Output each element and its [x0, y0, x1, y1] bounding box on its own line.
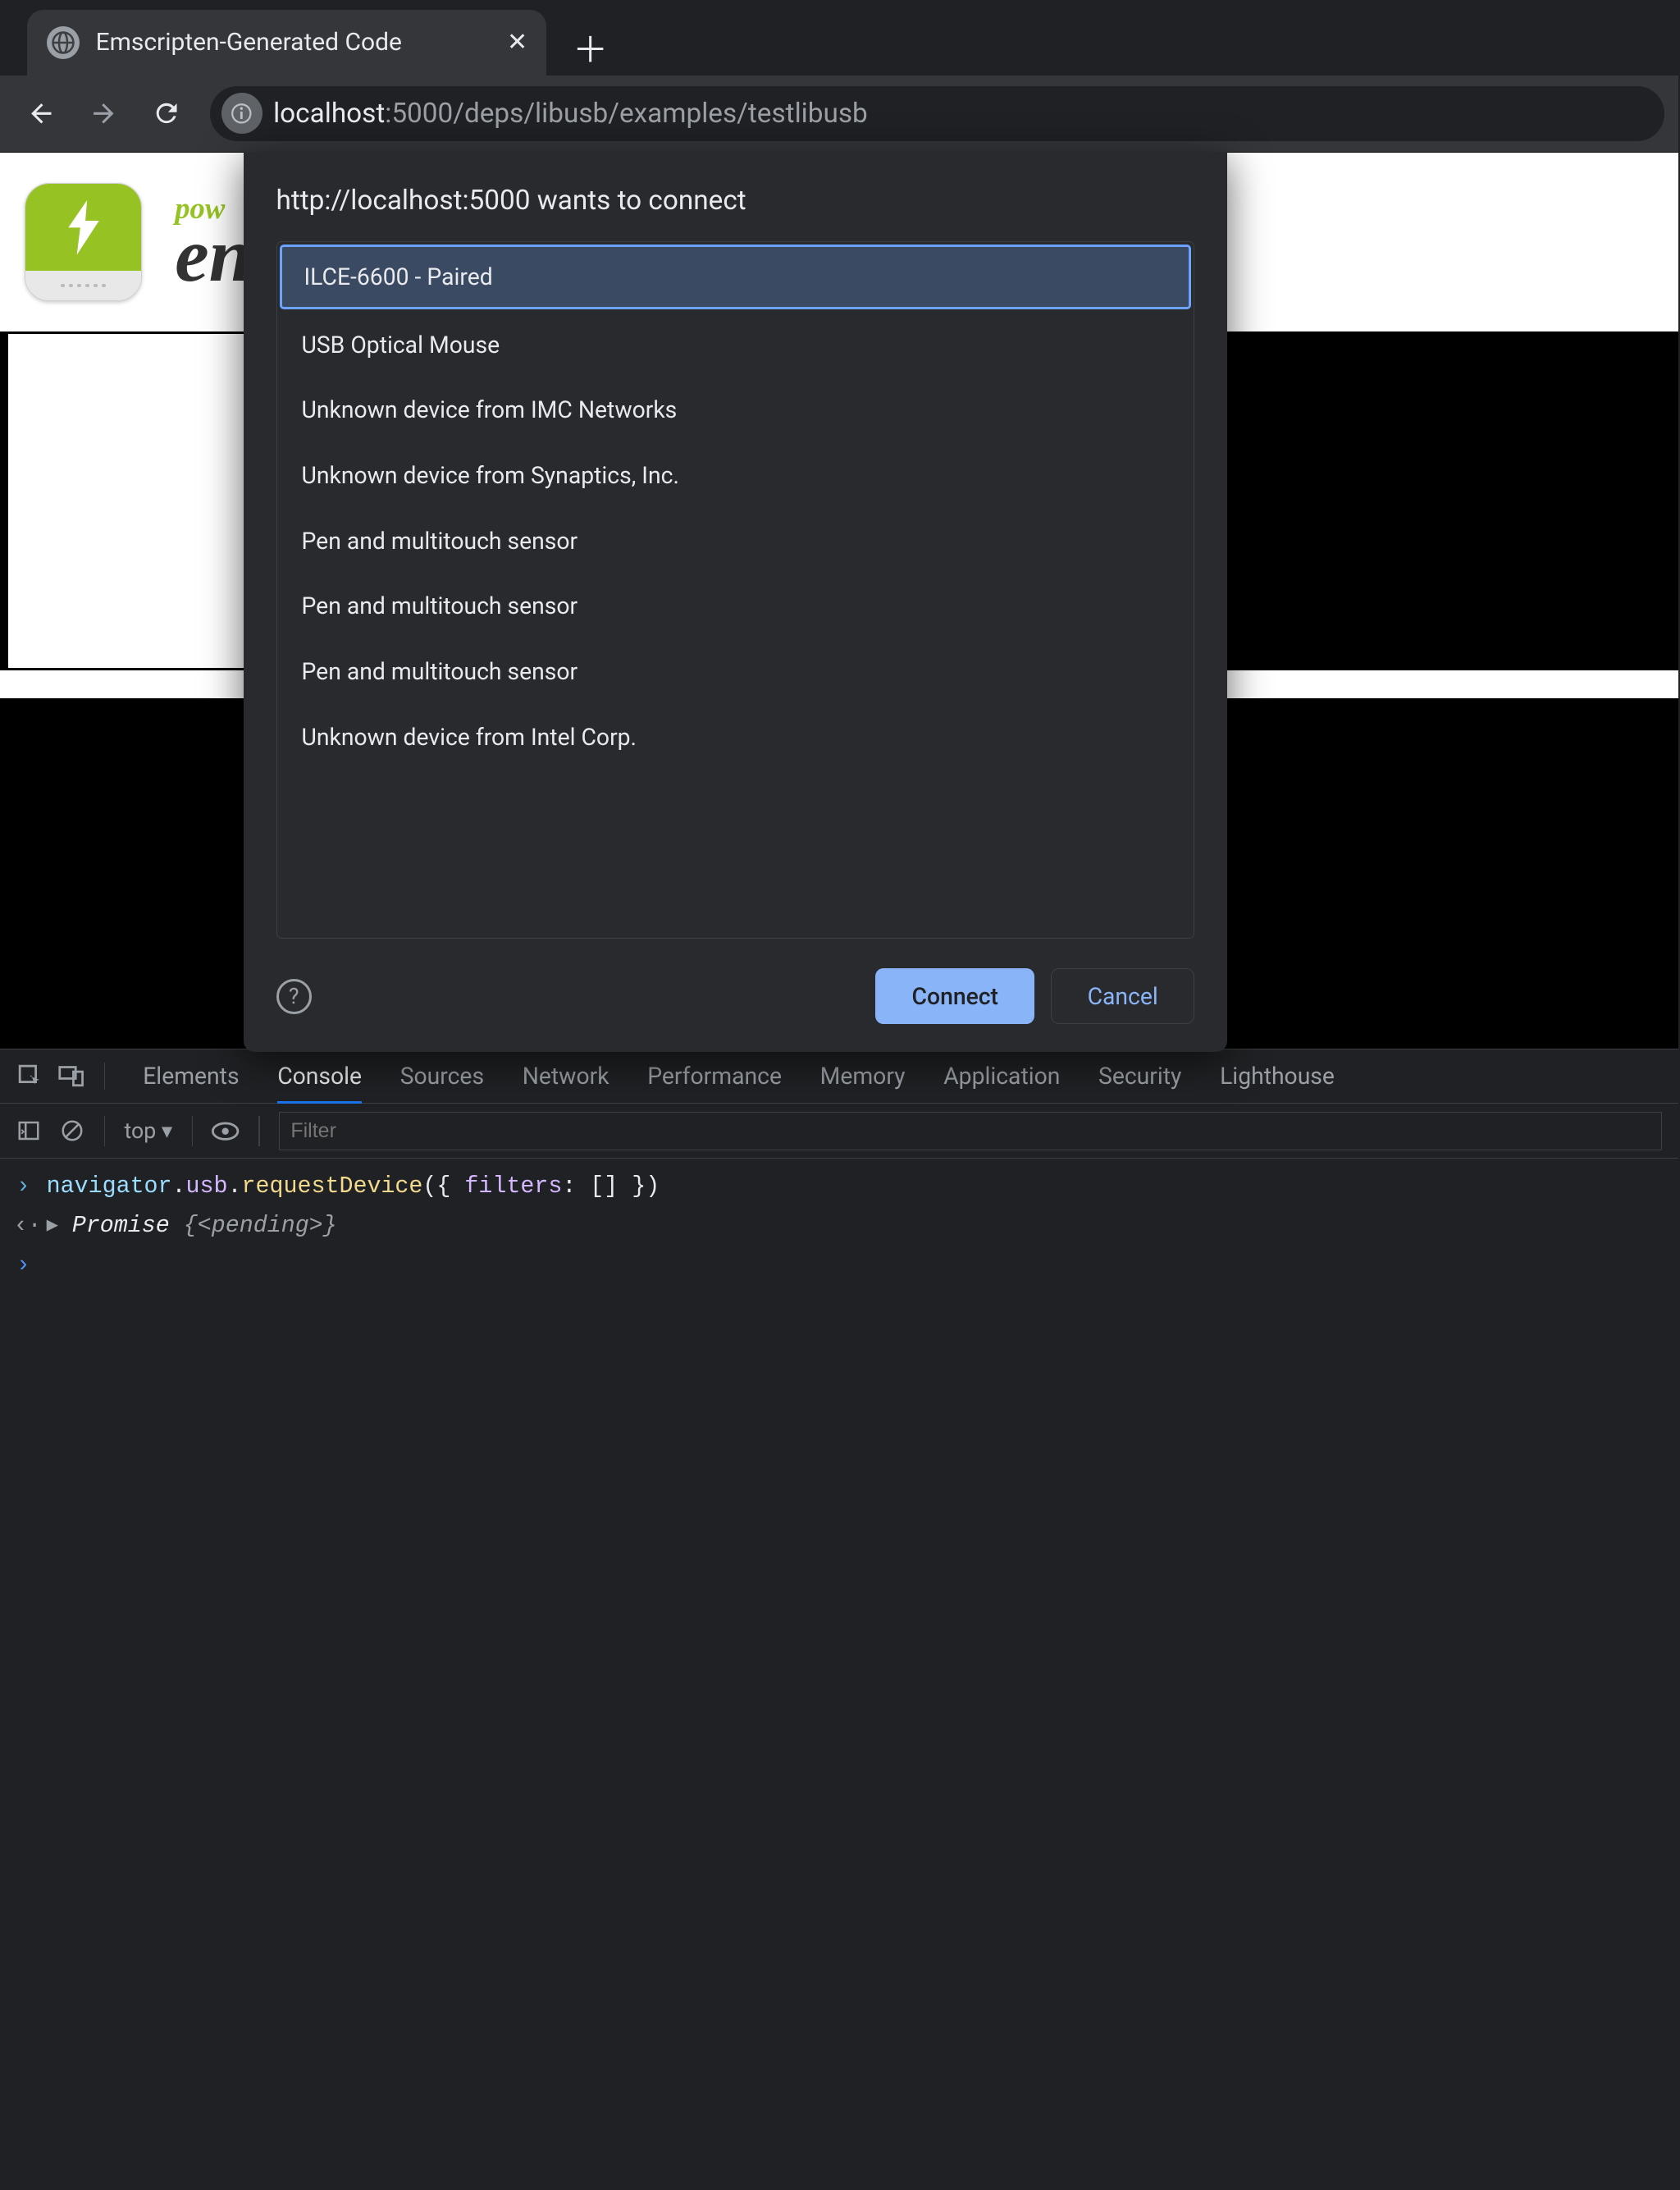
usb-permission-dialog: http://localhost:5000 wants to connect I…	[244, 152, 1228, 1052]
new-tab-button[interactable]: ＋	[563, 21, 618, 75]
url-text: localhost:5000/deps/libusb/examples/test…	[273, 98, 868, 130]
reload-button[interactable]	[139, 86, 194, 141]
devtools-tab-memory[interactable]: Memory	[820, 1063, 906, 1090]
devtools-console-body[interactable]: › navigator.usb.requestDevice({ filters:…	[0, 1159, 1678, 1314]
console-input-text: navigator.usb.requestDevice({ filters: […	[47, 1167, 660, 1206]
site-info-icon[interactable]	[221, 93, 262, 134]
back-button[interactable]	[14, 86, 69, 141]
globe-icon	[47, 26, 80, 59]
filter-input[interactable]	[279, 1112, 1662, 1150]
devtools-tab-network[interactable]: Network	[523, 1063, 609, 1090]
device-list: ILCE-6600 - Paired USB Optical Mouse Unk…	[276, 241, 1195, 939]
device-item[interactable]: USB Optical Mouse	[277, 313, 1194, 378]
devtools-tab-console[interactable]: Console	[277, 1063, 362, 1103]
emscripten-logo-text: pow en	[175, 194, 251, 290]
context-label: top	[125, 1118, 157, 1144]
tab-title: Emscripten-Generated Code	[96, 28, 491, 57]
logo-title: en	[175, 222, 251, 290]
device-item[interactable]: Pen and multitouch sensor	[277, 574, 1194, 639]
device-toggle-icon[interactable]	[57, 1063, 84, 1090]
devtools-tab-performance[interactable]: Performance	[647, 1063, 782, 1090]
clear-console-icon[interactable]	[60, 1118, 84, 1143]
prompt-icon: ›	[14, 1167, 33, 1206]
connect-button[interactable]: Connect	[875, 968, 1034, 1024]
devtools-tab-sources[interactable]: Sources	[400, 1063, 484, 1090]
address-bar[interactable]: localhost:5000/deps/libusb/examples/test…	[210, 86, 1664, 141]
console-prompt-line[interactable]: ›	[14, 1246, 1665, 1285]
help-icon[interactable]: ?	[276, 979, 312, 1014]
prompt-icon: ›	[14, 1246, 33, 1285]
dialog-title: http://localhost:5000 wants to connect	[276, 185, 1195, 217]
console-output-text: ▸ Promise {<pending>}	[47, 1206, 337, 1246]
close-icon[interactable]: ✕	[507, 28, 527, 57]
toolbar: localhost:5000/deps/libusb/examples/test…	[0, 75, 1678, 152]
device-item[interactable]: Unknown device from IMC Networks	[277, 377, 1194, 443]
live-expression-icon[interactable]	[212, 1122, 239, 1141]
tabstrip: Emscripten-Generated Code ✕ ＋	[0, 0, 1678, 75]
inspect-icon[interactable]	[16, 1063, 43, 1090]
console-input-line: › navigator.usb.requestDevice({ filters:…	[14, 1167, 1665, 1206]
console-output-line: ‹· ▸ Promise {<pending>}	[14, 1206, 1665, 1246]
cancel-button[interactable]: Cancel	[1051, 968, 1194, 1024]
context-selector[interactable]: top ▾	[125, 1118, 173, 1144]
devtools-tabstrip: Elements Console Sources Network Perform…	[0, 1049, 1678, 1104]
device-item[interactable]: Unknown device from Intel Corp.	[277, 704, 1194, 770]
device-item[interactable]: Unknown device from Synaptics, Inc.	[277, 443, 1194, 509]
forward-button[interactable]	[76, 86, 131, 141]
url-rest: :5000/deps/libusb/examples/testlibusb	[385, 98, 867, 130]
device-item[interactable]: Pen and multitouch sensor	[277, 639, 1194, 705]
browser-tab[interactable]: Emscripten-Generated Code ✕	[27, 10, 546, 75]
devtools-tab-elements[interactable]: Elements	[143, 1063, 239, 1090]
devtools: Elements Console Sources Network Perform…	[0, 1049, 1678, 1314]
emscripten-icon	[25, 183, 142, 300]
url-host: localhost	[273, 98, 385, 130]
page-panel-left	[6, 331, 249, 670]
devtools-tab-security[interactable]: Security	[1098, 1063, 1181, 1090]
device-item[interactable]: ILCE-6600 - Paired	[280, 245, 1191, 309]
devtools-tab-application[interactable]: Application	[943, 1063, 1060, 1090]
chevron-down-icon: ▾	[162, 1118, 172, 1144]
devtools-tab-lighthouse[interactable]: Lighthouse	[1220, 1063, 1335, 1090]
console-sidebar-toggle-icon[interactable]	[16, 1118, 41, 1143]
device-item[interactable]: Pen and multitouch sensor	[277, 508, 1194, 574]
devtools-console-toolbar: top ▾	[0, 1104, 1678, 1159]
return-icon: ‹·	[14, 1206, 33, 1246]
